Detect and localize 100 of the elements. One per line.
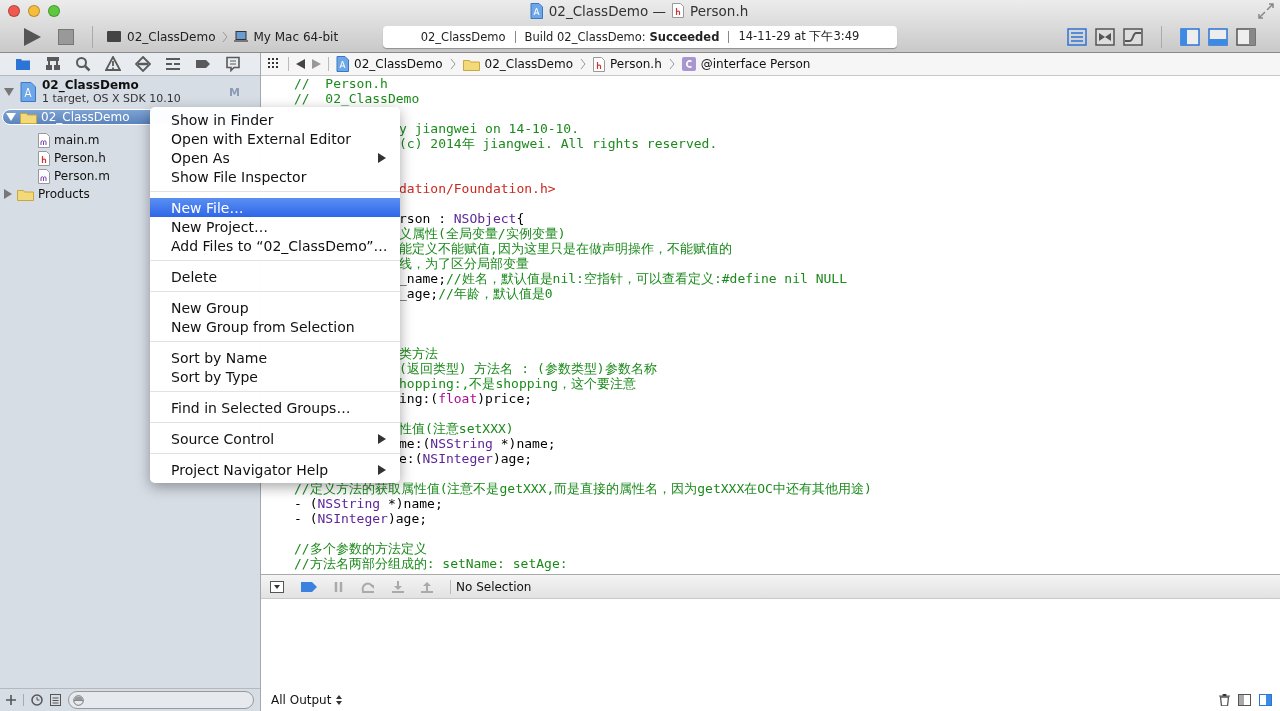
code-line: 能定义不能赋值,因为这里只是在做声明操作，不能赋值的 xyxy=(399,241,732,256)
code-line: _age;//年龄，默认值是0 xyxy=(399,286,553,301)
version-editor-button[interactable] xyxy=(1123,27,1143,46)
code-line: y jiangwei on 14-10-10. xyxy=(399,121,579,136)
hierarchy-icon[interactable] xyxy=(45,56,61,72)
code-line: (c) 2014年 jiangwei. All rights reserved. xyxy=(399,136,718,151)
chevron-icon xyxy=(668,58,675,70)
menu-item[interactable]: Delete xyxy=(150,267,400,286)
navigator-toggle-button[interactable] xyxy=(1180,27,1200,46)
diamond-icon[interactable] xyxy=(135,56,151,72)
run-button[interactable] xyxy=(22,26,42,47)
menu-item[interactable]: New File… xyxy=(150,198,400,217)
menu-item[interactable]: Add Files to “02_ClassDemo”… xyxy=(150,236,400,255)
assistant-editor-button[interactable] xyxy=(1095,27,1115,46)
code-line: rson : NSObject{ xyxy=(399,211,525,226)
breadcrumb[interactable]: 02_ClassDemo xyxy=(336,56,443,72)
code-line: ing:(float)price; xyxy=(399,391,533,406)
project-row[interactable]: 02_ClassDemo 1 target, OS X SDK 10.10 M xyxy=(0,77,260,107)
trash-icon[interactable] xyxy=(1219,694,1230,706)
console-pane-toggle-icon[interactable] xyxy=(1259,694,1272,706)
back-icon[interactable] xyxy=(296,59,305,69)
variables-pane-toggle-icon[interactable] xyxy=(1238,694,1251,706)
menu-item[interactable]: Sort by Name xyxy=(150,348,400,367)
stop-button[interactable] xyxy=(58,28,74,45)
menu-item[interactable]: Sort by Type xyxy=(150,367,400,386)
build-status: Build 02_ClassDemo: Succeeded xyxy=(524,29,720,44)
code-line: 性值(注意setXXX) xyxy=(399,421,514,436)
header-file-icon xyxy=(38,150,50,166)
project-name: 02_ClassDemo xyxy=(420,29,506,44)
menu-item[interactable]: Open As xyxy=(150,148,400,167)
menu-item[interactable]: Find in Selected Groups… xyxy=(150,398,400,417)
code-line: _name;//姓名，默认值是nil:空指针，可以查看定义:#define nil NULL xyxy=(399,271,847,286)
code-line: 类方法 xyxy=(399,346,438,361)
forward-icon[interactable] xyxy=(312,59,321,69)
breadcrumb[interactable]: Person.h xyxy=(593,56,662,72)
filter-field[interactable] xyxy=(68,691,254,709)
code-line: //定义方法的获取属性值(注意不是getXXX,而是直接的属性名，因为getXXX在OC中还有其他用途) xyxy=(294,481,872,496)
window-title: Person.h xyxy=(690,2,749,19)
app-icon xyxy=(107,31,121,42)
zoom-button[interactable] xyxy=(48,4,60,17)
code-line: //多个参数的方法定义 xyxy=(294,541,427,556)
project-name: 02_ClassDemo xyxy=(42,78,140,92)
updown-arrows-icon xyxy=(336,695,343,705)
debug-status: No Selection xyxy=(456,579,532,594)
chevron-icon xyxy=(580,58,586,70)
project-file-icon xyxy=(529,2,543,19)
search-icon[interactable] xyxy=(75,56,91,72)
hide-console-icon[interactable] xyxy=(270,580,284,593)
code-line: e:(NSInteger)age; xyxy=(399,451,533,466)
menu-item[interactable]: Source Control xyxy=(150,429,400,448)
code-line: (返回类型) 方法名 : (参数类型)参数名称 xyxy=(399,361,657,376)
code-line: - (NSInteger)age; xyxy=(294,511,428,526)
chevron-icon xyxy=(449,58,456,70)
disclosure-triangle[interactable] xyxy=(4,87,14,97)
fullscreen-icon[interactable] xyxy=(1258,2,1274,19)
menu-item[interactable]: Show File Inspector xyxy=(150,167,400,186)
menu-item[interactable]: New Group from Selection xyxy=(150,317,400,336)
code-line: // Person.h xyxy=(294,76,388,91)
code-line: //方法名两部分组成的: setName: setAge: xyxy=(294,556,568,571)
disclosure-triangle[interactable] xyxy=(6,112,16,122)
header-file-icon xyxy=(593,56,605,72)
breadcrumb[interactable]: @interface Person xyxy=(681,57,811,71)
standard-editor-button[interactable] xyxy=(1067,27,1087,46)
menu-item[interactable]: Open with External Editor xyxy=(150,129,400,148)
close-button[interactable] xyxy=(8,4,20,17)
utilities-toggle-button[interactable] xyxy=(1236,27,1256,46)
debug-area-toggle-button[interactable] xyxy=(1208,27,1228,46)
scheme-selector[interactable]: 02_ClassDemo My Mac 64-bit xyxy=(107,29,339,44)
menu-item[interactable]: Project Navigator Help xyxy=(150,460,400,479)
folder-icon xyxy=(462,57,480,71)
project-subtitle: 1 target, OS X SDK 10.10 xyxy=(42,92,182,106)
clock-icon[interactable] xyxy=(31,694,43,706)
filter-icon xyxy=(73,694,84,706)
breakpoint-toggle-icon[interactable] xyxy=(301,581,317,592)
add-icon[interactable] xyxy=(6,695,16,705)
header-file-icon xyxy=(672,3,685,18)
output-filter-popup[interactable]: All Output xyxy=(271,693,343,707)
grid-icon[interactable] xyxy=(267,58,281,70)
project-icon xyxy=(20,82,36,102)
minimize-button[interactable] xyxy=(28,4,40,17)
menu-item[interactable]: New Group xyxy=(150,298,400,317)
filter-document-icon[interactable] xyxy=(50,694,61,706)
disclosure-triangle[interactable] xyxy=(3,189,13,199)
code-line: 线，为了区分局部变量 xyxy=(399,256,529,271)
window-title: 02_ClassDemo — xyxy=(548,2,667,19)
project-file-icon xyxy=(336,56,349,72)
code-line: me:(NSString *)name; xyxy=(399,436,556,451)
warning-icon[interactable] xyxy=(105,56,121,72)
speech-bubble-icon[interactable] xyxy=(225,56,241,72)
symbol-icon xyxy=(681,57,696,71)
laptop-icon xyxy=(233,31,248,42)
folder-icon xyxy=(17,187,34,201)
breadcrumb[interactable]: 02_ClassDemo xyxy=(462,57,573,71)
code-line: 义属性(全局变量/实例变量) xyxy=(399,226,566,241)
code-line: - (NSString *)name; xyxy=(294,496,443,511)
list-icon[interactable] xyxy=(165,56,181,72)
source-file-icon xyxy=(38,168,50,184)
folder-icon xyxy=(20,110,37,124)
folder-icon[interactable] xyxy=(15,56,31,72)
menu-item[interactable]: New Project… xyxy=(150,217,400,236)
